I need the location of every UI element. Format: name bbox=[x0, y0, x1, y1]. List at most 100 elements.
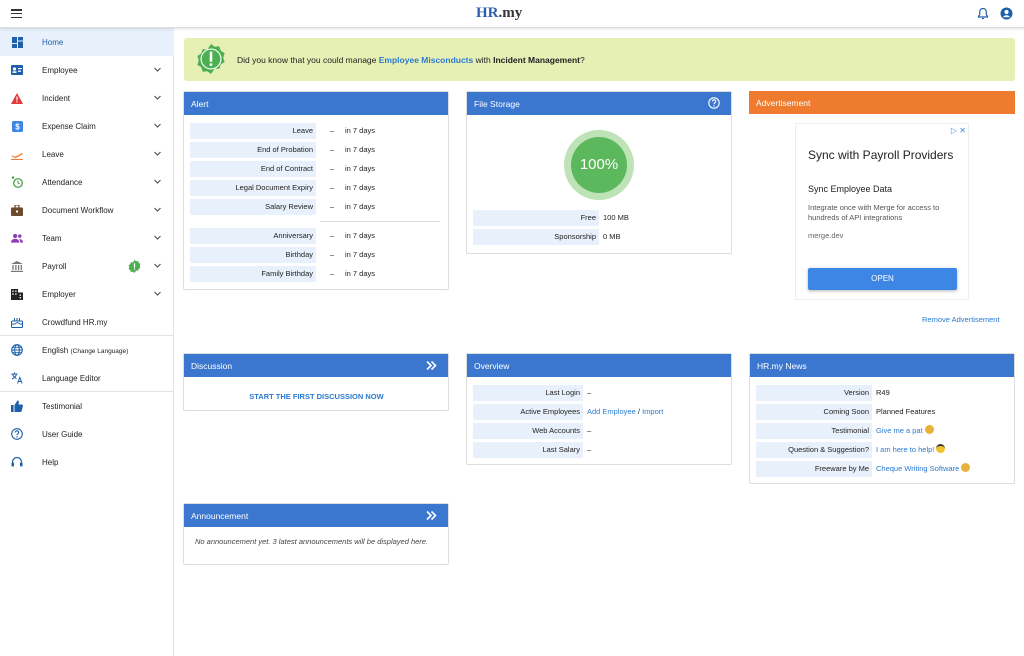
sidebar-item-user-guide[interactable]: User Guide bbox=[0, 420, 174, 448]
announcement-card: Announcement No announcement yet. 3 late… bbox=[183, 503, 449, 565]
sidebar-item-language[interactable]: English (Change Language) bbox=[0, 336, 174, 364]
news-row-value: I am here to help! bbox=[876, 442, 946, 458]
id-card-icon bbox=[11, 64, 23, 76]
start-discussion-link[interactable]: START THE FIRST DISCUSSION NOW bbox=[184, 392, 449, 401]
chevron-down-icon[interactable] bbox=[153, 65, 162, 74]
sidebar-item-home[interactable]: Home bbox=[0, 28, 174, 56]
sidebar-item-attendance[interactable]: Attendance bbox=[0, 168, 174, 196]
ad-open-button[interactable]: OPEN bbox=[808, 268, 957, 290]
import-link[interactable]: Import bbox=[642, 407, 663, 416]
employee-misconducts-link[interactable]: Employee Misconducts bbox=[379, 55, 473, 65]
sidebar-item-label: Incident bbox=[42, 94, 71, 103]
chevron-down-icon[interactable] bbox=[153, 149, 162, 158]
alert-card-header: Alert bbox=[184, 92, 448, 115]
logo-text: HR bbox=[476, 5, 499, 21]
ad-subtitle: Sync Employee Data bbox=[808, 184, 893, 194]
ad-title: Sync with Payroll Providers bbox=[808, 148, 954, 162]
alert-row-dash: – bbox=[330, 183, 335, 192]
language-label: English bbox=[42, 346, 69, 355]
discussion-card-title: Discussion bbox=[191, 361, 233, 371]
overview-row-value: Add Employee / Import bbox=[587, 404, 663, 420]
ad-description: Integrate once with Merge for access to … bbox=[808, 203, 940, 222]
sidebar-item-label: Help bbox=[42, 458, 59, 467]
notification-bell-icon[interactable] bbox=[977, 7, 989, 20]
sidebar-item-employer[interactable]: Employer bbox=[0, 280, 174, 308]
banner-middle: with bbox=[473, 55, 494, 65]
give-pat-link[interactable]: Give me a pat bbox=[876, 426, 923, 435]
alert-row-label: Leave bbox=[190, 123, 316, 139]
thumbs-up-icon bbox=[11, 400, 23, 412]
overview-row-value: – bbox=[587, 445, 592, 454]
sponsorship-link[interactable]: 0 MB bbox=[603, 229, 621, 245]
menu-icon[interactable] bbox=[11, 9, 22, 18]
chevron-down-icon[interactable] bbox=[153, 205, 162, 214]
svg-text:$: $ bbox=[15, 122, 20, 131]
sidebar-item-leave[interactable]: Leave bbox=[0, 140, 174, 168]
dollar-icon: $ bbox=[11, 120, 23, 132]
clock-run-icon bbox=[11, 176, 23, 188]
app-logo[interactable]: HR.my bbox=[476, 5, 522, 22]
sidebar-item-label: Attendance bbox=[42, 178, 83, 187]
remove-advertisement-link[interactable]: Remove Advertisement bbox=[922, 315, 1000, 324]
chevron-down-icon[interactable] bbox=[153, 177, 162, 186]
help-link[interactable]: I am here to help! bbox=[876, 445, 934, 454]
double-chevron-right-icon[interactable] bbox=[426, 360, 437, 371]
sidebar: Home Employee Incident $ Expense Claim L… bbox=[0, 28, 174, 656]
sidebar-item-crowdfund[interactable]: Crowdfund HR.my bbox=[0, 308, 174, 336]
sidebar-item-label: Home bbox=[42, 38, 64, 47]
help-circle-icon[interactable] bbox=[708, 97, 720, 109]
add-employee-link[interactable]: Add Employee bbox=[587, 407, 636, 416]
ad-choices-icon[interactable]: ▷ ✕ bbox=[951, 126, 966, 135]
sidebar-item-label: User Guide bbox=[42, 430, 83, 439]
account-icon[interactable] bbox=[1000, 7, 1013, 20]
news-row-label: Coming Soon bbox=[756, 404, 872, 420]
sidebar-item-label: Leave bbox=[42, 150, 64, 159]
chevron-down-icon[interactable] bbox=[153, 121, 162, 130]
overview-row-label: Web Accounts bbox=[473, 423, 583, 439]
sidebar-item-expense-claim[interactable]: $ Expense Claim bbox=[0, 112, 174, 140]
sidebar-item-help[interactable]: Help bbox=[0, 448, 174, 476]
incident-management-text: Incident Management bbox=[493, 55, 580, 65]
sidebar-item-incident[interactable]: Incident bbox=[0, 84, 174, 112]
alert-row-value: in 7 days bbox=[345, 183, 376, 192]
storage-row-label: Free bbox=[473, 210, 599, 226]
chevron-down-icon[interactable] bbox=[153, 289, 162, 298]
version-link[interactable]: R49 bbox=[876, 385, 890, 401]
sidebar-item-testimonial[interactable]: Testimonial bbox=[0, 392, 174, 420]
sidebar-item-payroll[interactable]: Payroll bbox=[0, 252, 174, 280]
alert-row-label: Family Birthday bbox=[190, 266, 316, 282]
emoji-icon bbox=[961, 463, 971, 472]
chevron-down-icon[interactable] bbox=[153, 93, 162, 102]
sidebar-item-team[interactable]: Team bbox=[0, 224, 174, 252]
sidebar-item-document-workflow[interactable]: Document Workflow bbox=[0, 196, 174, 224]
announcement-card-title: Announcement bbox=[191, 511, 249, 521]
advertisement-card: Advertisement bbox=[749, 91, 1015, 114]
alert-divider bbox=[320, 221, 440, 222]
building-icon bbox=[11, 288, 23, 300]
separator-text: / bbox=[637, 407, 640, 416]
alert-row-value: in 7 days bbox=[345, 250, 376, 259]
sidebar-item-label: Payroll bbox=[42, 262, 67, 271]
sidebar-item-language-editor[interactable]: Language Editor bbox=[0, 364, 174, 392]
translate-icon bbox=[11, 372, 23, 384]
chevron-down-icon[interactable] bbox=[153, 233, 162, 242]
alert-row-value: in 7 days bbox=[345, 126, 376, 135]
news-row-label: Testimonial bbox=[756, 423, 872, 439]
alert-row-dash: – bbox=[330, 145, 335, 154]
ad-box[interactable]: ▷ ✕ Sync with Payroll Providers Sync Emp… bbox=[795, 123, 969, 300]
alert-row-value: in 7 days bbox=[345, 269, 376, 278]
ad-domain: merge.dev bbox=[808, 231, 844, 240]
cheque-software-link[interactable]: Cheque Writing Software bbox=[876, 464, 959, 473]
file-storage-card-title: File Storage bbox=[474, 99, 520, 109]
bank-icon bbox=[11, 260, 23, 272]
briefcase-icon bbox=[11, 204, 23, 216]
sidebar-item-employee[interactable]: Employee bbox=[0, 56, 174, 84]
dashboard-icon bbox=[11, 36, 23, 48]
advertisement-header: Advertisement bbox=[749, 91, 1015, 114]
storage-usage-ring: 100% bbox=[564, 130, 634, 200]
planned-features-link[interactable]: Planned Features bbox=[876, 404, 935, 420]
chevron-down-icon[interactable] bbox=[153, 261, 162, 270]
storage-row-value: 100 MB bbox=[603, 213, 629, 222]
double-chevron-right-icon[interactable] bbox=[426, 510, 437, 521]
alert-badge-icon bbox=[128, 260, 141, 273]
